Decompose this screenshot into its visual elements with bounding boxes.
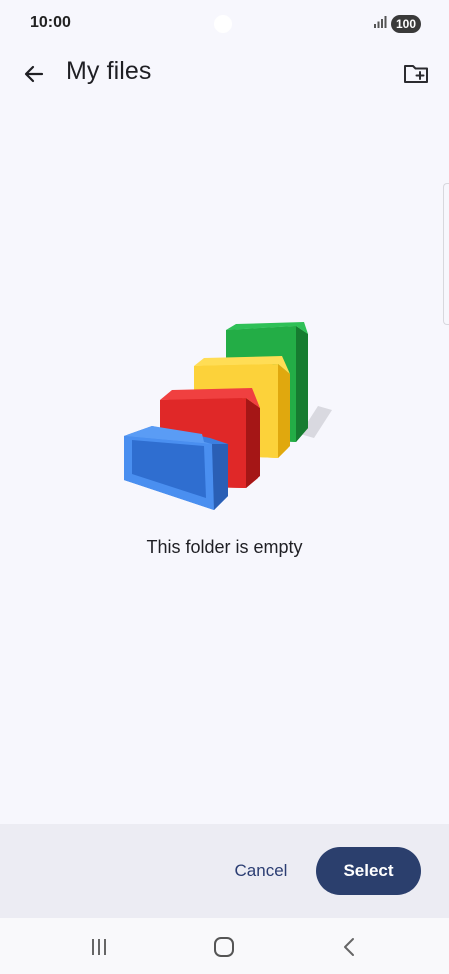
nav-back-button[interactable] bbox=[335, 932, 365, 962]
arrow-left-icon bbox=[24, 65, 44, 83]
scroll-handle[interactable] bbox=[443, 183, 449, 325]
app-bar: My files bbox=[0, 48, 449, 100]
new-folder-button[interactable] bbox=[400, 58, 432, 90]
status-time: 10:00 bbox=[30, 14, 71, 31]
back-chevron-icon bbox=[344, 938, 354, 956]
recents-icon bbox=[92, 939, 106, 955]
camera-cutout bbox=[214, 15, 232, 33]
recents-button[interactable] bbox=[84, 932, 114, 962]
home-icon bbox=[214, 937, 234, 957]
back-button[interactable] bbox=[18, 58, 50, 90]
signal-bars-icon bbox=[373, 15, 387, 34]
page-title: My files bbox=[66, 57, 152, 85]
create-folder-icon bbox=[404, 65, 428, 83]
select-button[interactable]: Select bbox=[316, 847, 421, 895]
action-bar: Cancel Select bbox=[0, 824, 449, 918]
empty-folder-message: This folder is empty bbox=[146, 537, 303, 557]
status-bar: 10:00 100 bbox=[0, 0, 449, 48]
empty-folders-illustration bbox=[118, 318, 338, 523]
system-nav-bar bbox=[0, 918, 449, 974]
cancel-button[interactable]: Cancel bbox=[226, 857, 296, 885]
battery-indicator: 100 bbox=[391, 15, 421, 33]
home-button[interactable] bbox=[209, 932, 239, 962]
